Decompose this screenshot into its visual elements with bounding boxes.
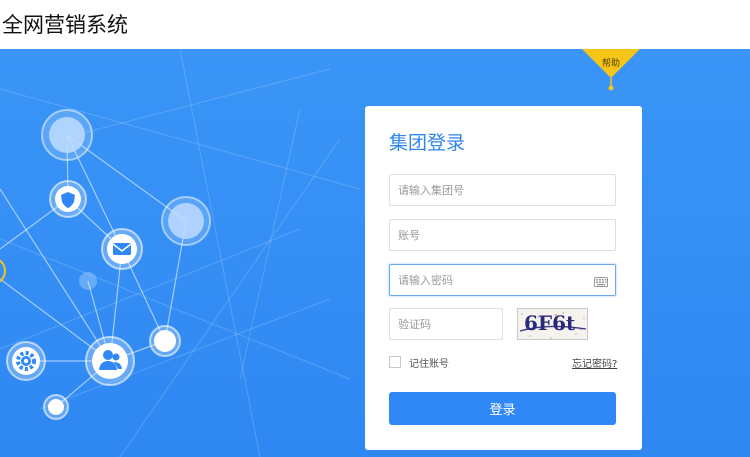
captcha-input[interactable] [389,308,503,340]
login-button[interactable]: 登录 [389,392,616,425]
remember-checkbox[interactable] [389,356,401,368]
remember-label: 记住账号 [409,359,449,370]
app-title: 全网营销系统 [2,13,128,37]
login-title: 集团登录 [389,132,466,154]
help-badge[interactable]: 帮助 [582,49,640,91]
group-number-input[interactable] [389,174,616,206]
help-label: 帮助 [601,59,620,69]
forgot-password-link[interactable]: 忘记密码? [572,355,617,370]
captcha-image[interactable]: 6F6t [517,308,588,340]
mail-icon [101,228,143,270]
user-icon [85,336,135,386]
account-input[interactable] [389,219,616,251]
gear-icon [6,341,46,381]
password-input[interactable] [389,264,616,296]
captcha-text: 6F6t [524,311,576,335]
login-card: 集团登录 6F6t 记住账号 忘记密码? 登录 [365,106,642,450]
shield-icon [49,180,87,218]
keyboard-icon[interactable] [594,277,608,287]
top-header: 全网营销系统 [0,0,750,49]
